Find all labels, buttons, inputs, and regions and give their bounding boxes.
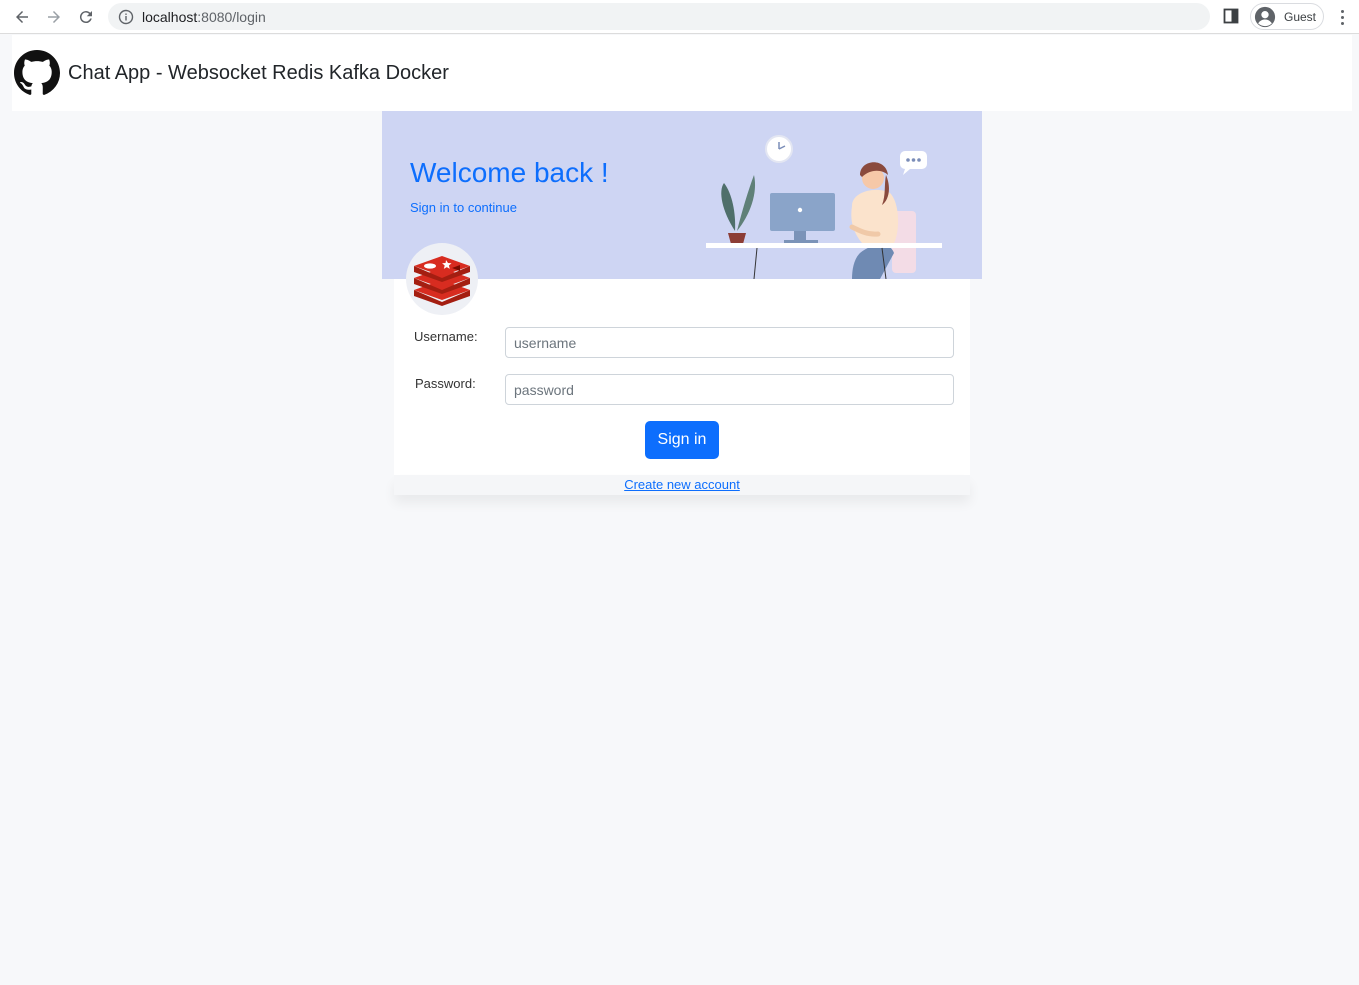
github-icon[interactable] [14, 50, 60, 96]
profile-button[interactable]: Guest [1250, 3, 1324, 30]
username-label: Username: [414, 329, 478, 344]
reload-button[interactable] [74, 5, 98, 29]
card-footer: Create new account [394, 475, 970, 495]
password-input[interactable] [505, 374, 954, 405]
info-icon[interactable] [118, 9, 134, 25]
arrow-left-icon [16, 11, 28, 23]
page-title: Chat App - Websocket Redis Kafka Docker [68, 61, 449, 84]
password-label: Password: [415, 376, 476, 391]
username-input[interactable] [505, 327, 954, 358]
welcome-banner: Welcome back ! Sign in to continue [382, 111, 982, 279]
vertical-dots-icon[interactable] [1334, 6, 1350, 28]
url-host: localhost [142, 8, 198, 25]
arrow-right-icon [48, 11, 60, 23]
side-panel-icon[interactable] [1223, 8, 1239, 24]
url-path: :8080/login [197, 8, 266, 25]
back-button[interactable] [10, 5, 34, 29]
address-bar[interactable]: localhost:8080/login [108, 3, 1210, 30]
url-text[interactable]: localhost:8080/login [142, 9, 266, 25]
welcome-heading: Welcome back ! [410, 157, 609, 188]
browser-toolbar: localhost:8080/login Guest [0, 0, 1359, 34]
profile-label: Guest [1284, 9, 1317, 24]
reload-icon [79, 11, 92, 24]
account-circle-icon [1254, 6, 1276, 27]
sign-in-button[interactable]: Sign in [645, 421, 719, 459]
welcome-subtitle: Sign in to continue [410, 200, 517, 215]
office-illustration [706, 135, 942, 279]
redis-icon [414, 256, 470, 306]
create-account-link[interactable]: Create new account [624, 477, 740, 492]
app-header: Chat App - Websocket Redis Kafka Docker [12, 35, 1352, 111]
forward-button[interactable] [42, 5, 66, 29]
redis-avatar [406, 243, 478, 315]
